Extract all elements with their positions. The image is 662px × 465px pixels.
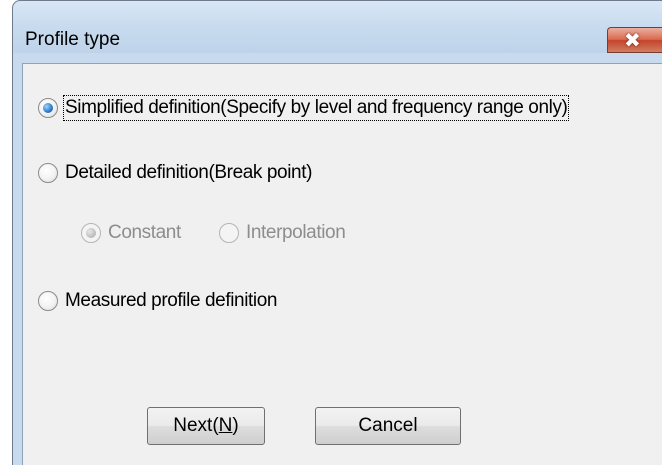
next-button[interactable]: Next(N) — [147, 407, 265, 445]
radio-unchecked-icon — [219, 223, 239, 243]
radio-constant[interactable]: Constant — [81, 222, 181, 244]
radio-unchecked-icon — [38, 291, 58, 311]
next-label-prefix: Next( — [173, 415, 219, 436]
next-label-suffix: ) — [232, 415, 239, 436]
radio-simplified-label: Simplified definition(Specify by level a… — [62, 95, 570, 121]
close-icon: ✖ — [624, 28, 641, 52]
radio-measured-label: Measured profile definition — [65, 290, 278, 311]
title-bar[interactable]: Profile type ✖ — [13, 1, 662, 53]
profile-type-dialog: Profile type ✖ Simplified definition(Spe… — [12, 0, 662, 465]
radio-constant-label: Constant — [108, 222, 181, 243]
radio-detailed-definition[interactable]: Detailed definition(Break point) — [38, 162, 312, 184]
radio-checked-icon — [81, 223, 101, 243]
radio-checked-icon — [38, 98, 58, 118]
radio-unchecked-icon — [38, 163, 58, 183]
radio-interpolation[interactable]: Interpolation — [219, 222, 346, 244]
cancel-label: Cancel — [358, 415, 418, 436]
dialog-client-area: Simplified definition(Specify by level a… — [22, 63, 662, 465]
next-hotkey: N — [218, 415, 233, 436]
radio-interpolation-label: Interpolation — [246, 222, 346, 243]
radio-simplified-definition[interactable]: Simplified definition(Specify by level a… — [38, 95, 570, 121]
close-button[interactable]: ✖ — [607, 27, 662, 53]
radio-measured-profile[interactable]: Measured profile definition — [38, 290, 277, 312]
window-title: Profile type — [25, 29, 121, 50]
cancel-button[interactable]: Cancel — [315, 407, 461, 445]
radio-detailed-label: Detailed definition(Break point) — [65, 162, 313, 183]
